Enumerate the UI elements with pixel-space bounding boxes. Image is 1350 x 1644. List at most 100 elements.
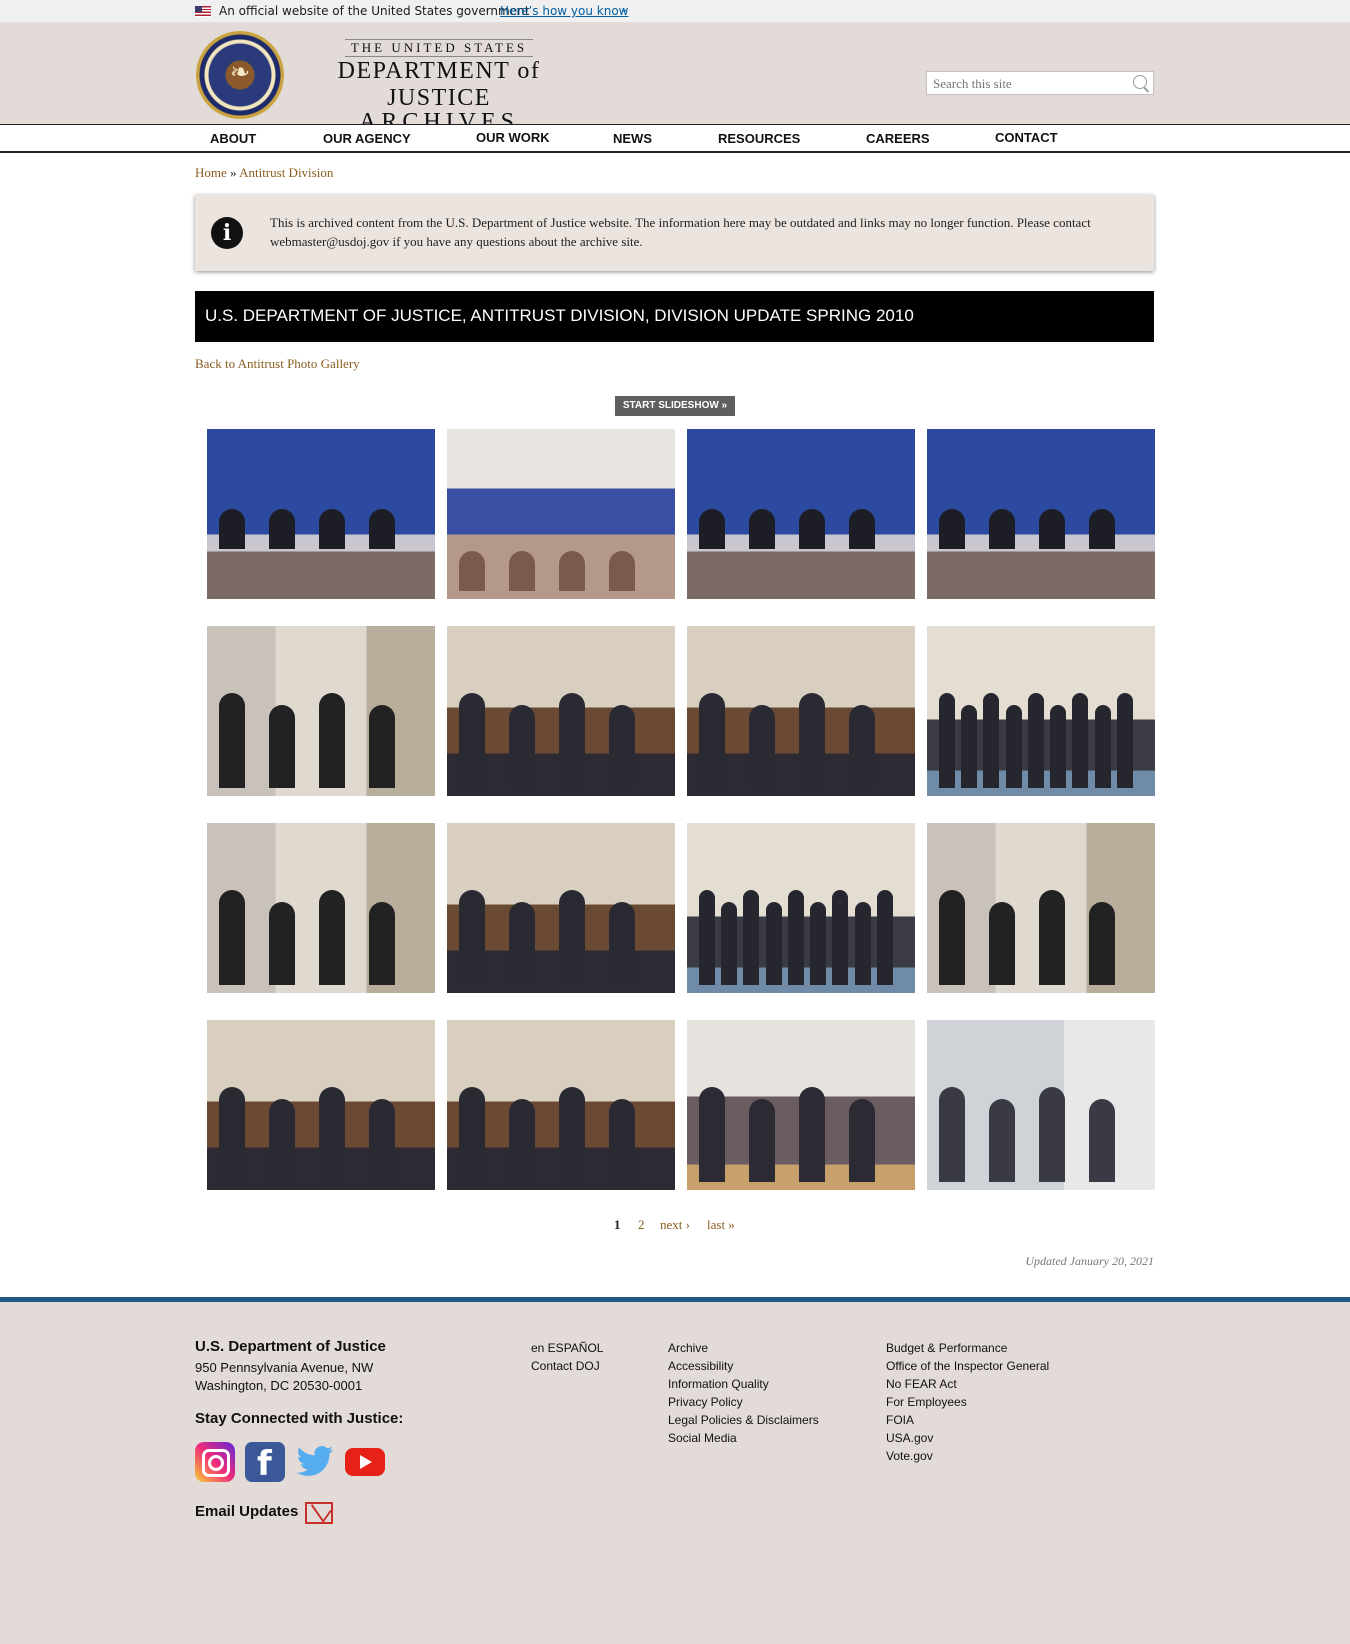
gov-banner-text: An official website of the United States… — [219, 4, 530, 18]
photo-person — [369, 1099, 395, 1182]
photo-person — [699, 693, 725, 788]
email-updates-link[interactable]: Email Updates — [195, 1503, 298, 1520]
footer-link-budget[interactable]: Budget & Performance — [886, 1341, 1007, 1355]
logo-line2: DEPARTMENT of JUSTICE — [337, 58, 541, 111]
photo-person — [799, 1087, 825, 1182]
gallery-thumbnail[interactable] — [447, 1020, 675, 1190]
nav-our-work[interactable]: OUR WORK — [476, 130, 550, 145]
envelope-icon[interactable] — [305, 1502, 333, 1524]
search-input[interactable] — [931, 74, 1125, 94]
photo-person — [799, 509, 825, 549]
search-box — [926, 71, 1154, 95]
photo-person — [749, 1099, 775, 1182]
breadcrumb-antitrust[interactable]: Antitrust Division — [239, 165, 333, 180]
instagram-icon[interactable] — [195, 1442, 235, 1482]
footer-link-social-media[interactable]: Social Media — [668, 1431, 737, 1445]
logo-line1: THE UNITED STATES — [344, 39, 534, 57]
footer-link-for-employees[interactable]: For Employees — [886, 1395, 967, 1409]
photo-person — [319, 890, 345, 985]
photo-person — [269, 509, 295, 549]
gallery-thumbnail[interactable] — [207, 626, 435, 796]
footer-link-information-quality[interactable]: Information Quality — [668, 1377, 769, 1391]
footer-link-privacy-policy[interactable]: Privacy Policy — [668, 1395, 743, 1409]
chevron-down-icon[interactable]: ⌄ — [620, 4, 628, 15]
facebook-icon[interactable]: f — [245, 1442, 285, 1484]
gallery-thumbnail[interactable] — [927, 626, 1155, 796]
footer-link-accessibility[interactable]: Accessibility — [668, 1359, 733, 1373]
gallery-thumbnail[interactable] — [447, 823, 675, 993]
pager-page-2[interactable]: 2 — [638, 1217, 645, 1233]
back-to-gallery-link[interactable]: Back to Antitrust Photo Gallery — [195, 356, 360, 372]
search-icon[interactable] — [1133, 75, 1147, 89]
nav-about[interactable]: ABOUT — [210, 131, 256, 146]
gallery-thumbnail[interactable] — [447, 626, 675, 796]
gallery-thumbnail[interactable] — [447, 429, 675, 599]
gallery-thumbnail[interactable] — [207, 1020, 435, 1190]
gallery-thumbnail[interactable] — [687, 626, 915, 796]
site-logo-wordmark[interactable]: THE UNITED STATES DEPARTMENT of JUSTICE … — [294, 39, 584, 136]
nav-contact[interactable]: CONTACT — [995, 130, 1058, 145]
photo-person — [1089, 902, 1115, 985]
footer-link-archive[interactable]: Archive — [668, 1341, 708, 1355]
gallery-thumbnail[interactable] — [687, 823, 915, 993]
footer-link-usa-gov[interactable]: USA.gov — [886, 1431, 933, 1445]
photo-person — [849, 509, 875, 549]
gallery-thumbnail[interactable] — [927, 429, 1155, 599]
footer-address-line1: 950 Pennsylvania Avenue, NW — [195, 1360, 374, 1375]
footer-link-no-fear-act[interactable]: No FEAR Act — [886, 1377, 957, 1391]
photo-person — [1027, 693, 1044, 788]
photo-person — [1072, 693, 1089, 788]
photo-person — [369, 902, 395, 985]
photo-person — [854, 902, 871, 985]
info-icon: i — [211, 217, 243, 249]
breadcrumb-home[interactable]: Home — [195, 165, 227, 180]
gallery-thumbnail[interactable] — [927, 1020, 1155, 1190]
photo-person — [699, 509, 725, 549]
photo-person — [459, 890, 485, 985]
youtube-icon[interactable] — [345, 1448, 385, 1476]
pager-last[interactable]: last » — [707, 1217, 735, 1233]
gallery-thumbnail[interactable] — [687, 429, 915, 599]
photo-person — [509, 902, 535, 985]
breadcrumb-separator: » — [230, 165, 237, 180]
photo-person — [269, 705, 295, 788]
photo-person — [459, 551, 485, 591]
site-footer: U.S. Department of Justice 950 Pennsylva… — [0, 1297, 1350, 1644]
footer-link-contact-doj[interactable]: Contact DOJ — [531, 1359, 600, 1373]
nav-our-agency[interactable]: OUR AGENCY — [323, 131, 411, 146]
nav-careers[interactable]: CAREERS — [866, 131, 930, 146]
photo-person — [1050, 705, 1067, 788]
photo-person — [219, 509, 245, 549]
nav-resources[interactable]: RESOURCES — [718, 131, 800, 146]
photo-person — [609, 705, 635, 788]
photo-person — [509, 1099, 535, 1182]
pager-next[interactable]: next › — [660, 1217, 690, 1233]
photo-person — [609, 1099, 635, 1182]
nav-news[interactable]: NEWS — [613, 131, 652, 146]
footer-link-foia[interactable]: FOIA — [886, 1413, 914, 1427]
gallery-thumbnail[interactable] — [927, 823, 1155, 993]
gallery-thumbnail[interactable] — [207, 823, 435, 993]
heres-how-you-know-link[interactable]: Here’s how you know — [500, 4, 629, 18]
photo-person — [939, 693, 955, 788]
photo-person — [989, 509, 1015, 549]
photo-person — [765, 902, 782, 985]
photo-person — [1116, 693, 1133, 788]
doj-seal-logo[interactable]: ❧ — [196, 31, 284, 119]
footer-link-oig[interactable]: Office of the Inspector General — [886, 1359, 1049, 1373]
gallery-thumbnail[interactable] — [207, 429, 435, 599]
photo-gallery — [207, 429, 1155, 1190]
gallery-thumbnail[interactable] — [687, 1020, 915, 1190]
photo-person — [699, 890, 715, 985]
footer-link-vote-gov[interactable]: Vote.gov — [886, 1449, 933, 1463]
photo-person — [559, 890, 585, 985]
pager-current: 1 — [614, 1217, 621, 1232]
start-slideshow-button[interactable]: START SLIDESHOW » — [615, 396, 735, 416]
photo-person — [459, 693, 485, 788]
photo-person — [983, 693, 1000, 788]
footer-link-espanol[interactable]: en ESPAÑOL — [531, 1341, 603, 1355]
stay-connected-heading: Stay Connected with Justice: — [195, 1410, 404, 1427]
twitter-icon[interactable] — [295, 1442, 335, 1482]
footer-link-legal-policies[interactable]: Legal Policies & Disclaimers — [668, 1413, 819, 1427]
photo-person — [743, 890, 760, 985]
